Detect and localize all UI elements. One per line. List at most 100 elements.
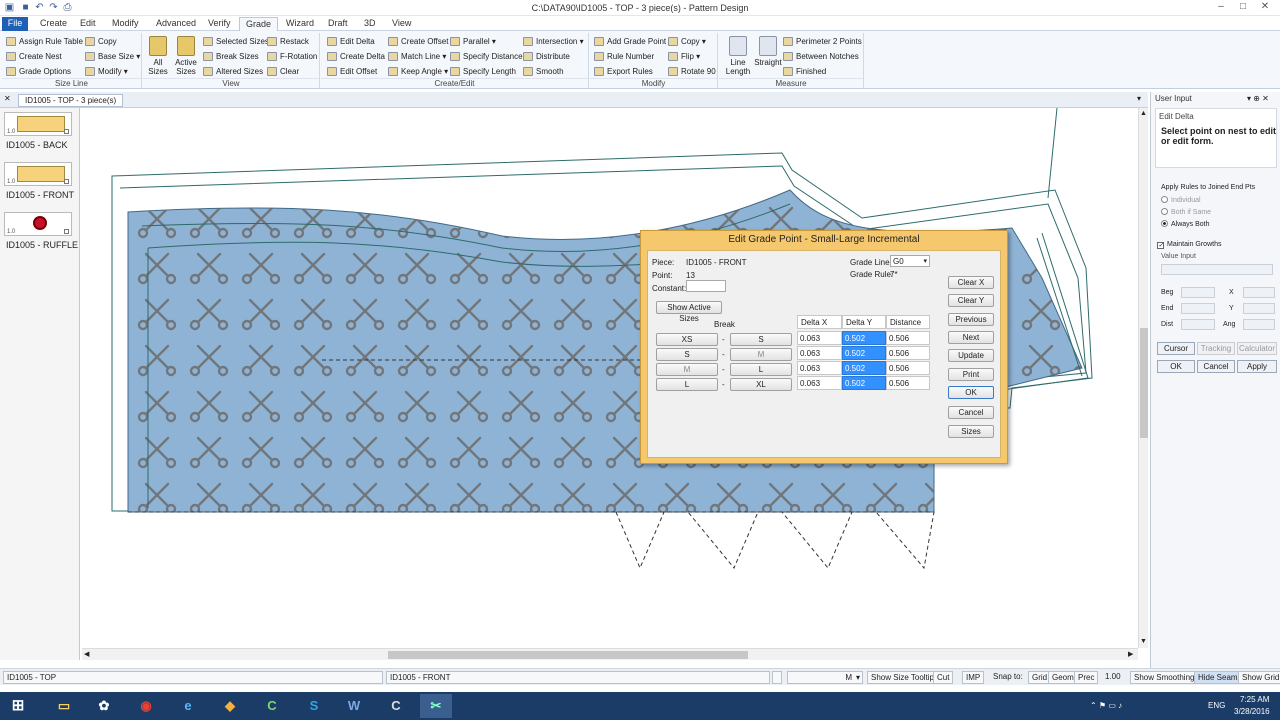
- show-size-tooltip-button[interactable]: Show Size Tooltip: [867, 671, 938, 684]
- scroll-right-icon[interactable]: ▶: [1128, 650, 1133, 658]
- rotate-90-button[interactable]: Rotate 90: [668, 65, 716, 78]
- f-rotation-button[interactable]: F-Rotation: [267, 50, 317, 63]
- size-select[interactable]: M ▾: [787, 671, 863, 684]
- base-size-button[interactable]: Base Size ▾: [85, 50, 140, 63]
- piece-thumb-ruffle[interactable]: 1.0: [4, 212, 72, 236]
- close-doc-icon[interactable]: ✕: [4, 94, 11, 103]
- flip-button[interactable]: Flip ▾: [668, 50, 700, 63]
- cancel-button[interactable]: Cancel: [948, 406, 994, 419]
- panel-pin-icon[interactable]: ▾ ⊕ ✕: [1247, 94, 1269, 103]
- x-field[interactable]: [1243, 287, 1275, 298]
- delta-y-cell[interactable]: 0.502: [842, 376, 886, 390]
- edit-offset-button[interactable]: Edit Offset: [327, 65, 377, 78]
- maintain-growths-checkbox[interactable]: ✓ Maintain Growths: [1157, 241, 1221, 249]
- delta-x-cell[interactable]: 0.063: [797, 361, 842, 375]
- between-notches-button[interactable]: Between Notches: [783, 50, 859, 63]
- constant-input[interactable]: [686, 280, 726, 292]
- scroll-up-icon[interactable]: ▲: [1140, 110, 1147, 117]
- word-icon[interactable]: W: [338, 694, 370, 718]
- finished-button[interactable]: Finished: [783, 65, 826, 78]
- break-sizes-button[interactable]: Break Sizes: [203, 50, 259, 63]
- create-offset-button[interactable]: Create Offset: [388, 35, 448, 48]
- size-from-button[interactable]: L: [656, 378, 718, 391]
- grade-line-select[interactable]: G0 ▾: [890, 255, 930, 267]
- all-sizes-button[interactable]: All Sizes: [145, 36, 171, 76]
- size-to-button[interactable]: S: [730, 333, 792, 346]
- print-button[interactable]: Print: [948, 368, 994, 381]
- menu-modify[interactable]: Modify: [106, 17, 145, 31]
- ok-button[interactable]: OK: [948, 386, 994, 399]
- clear-view-button[interactable]: Clear: [267, 65, 299, 78]
- clock-date[interactable]: 3/28/2016: [1234, 707, 1270, 716]
- delta-x-cell[interactable]: 0.063: [797, 376, 842, 390]
- menu-create[interactable]: Create: [34, 17, 73, 31]
- clear-x-button[interactable]: Clear X: [948, 276, 994, 289]
- horizontal-scrollbar[interactable]: ◀ ▶: [82, 648, 1138, 660]
- chrome-icon[interactable]: ◉: [130, 694, 162, 718]
- clear-y-button[interactable]: Clear Y: [948, 294, 994, 307]
- restack-button[interactable]: Restack: [267, 35, 309, 48]
- distance-cell[interactable]: 0.506: [886, 376, 930, 390]
- delta-y-cell[interactable]: 0.502: [842, 346, 886, 360]
- c-app-icon[interactable]: C: [380, 694, 412, 718]
- end-field[interactable]: [1181, 303, 1215, 314]
- create-nest-button[interactable]: Create Nest: [6, 50, 62, 63]
- delta-x-cell[interactable]: 0.063: [797, 346, 842, 360]
- copy-size-button[interactable]: Copy: [85, 35, 117, 48]
- close-icon[interactable]: ✕: [1258, 1, 1272, 13]
- previous-button[interactable]: Previous: [948, 313, 994, 326]
- piece-thumb-back[interactable]: 1.0: [4, 112, 72, 136]
- piece-label-back[interactable]: ID1005 - BACK: [6, 140, 68, 150]
- snap-prec-button[interactable]: Prec: [1074, 671, 1099, 684]
- menu-view[interactable]: View: [386, 17, 417, 31]
- size-to-button[interactable]: XL: [730, 378, 792, 391]
- menu-wizard[interactable]: Wizard: [280, 17, 320, 31]
- show-grid-button[interactable]: Show Grid: [1238, 671, 1280, 684]
- size-from-button[interactable]: S: [656, 348, 718, 361]
- cut-button[interactable]: Cut: [933, 671, 954, 684]
- scroll-left-icon[interactable]: ◀: [84, 650, 89, 658]
- skype-icon[interactable]: S: [298, 694, 330, 718]
- ok-button[interactable]: OK: [1157, 360, 1195, 373]
- beg-field[interactable]: [1181, 287, 1215, 298]
- imp-button[interactable]: IMP: [962, 671, 985, 684]
- y-field[interactable]: [1243, 303, 1275, 314]
- delta-y-cell[interactable]: 0.502: [842, 361, 886, 375]
- piece-thumb-front[interactable]: 1.0: [4, 162, 72, 186]
- distance-cell[interactable]: 0.506: [886, 346, 930, 360]
- delta-y-cell[interactable]: 0.502: [842, 331, 886, 345]
- altered-sizes-button[interactable]: Altered Sizes: [203, 65, 263, 78]
- radio-always-both[interactable]: Always Both: [1161, 220, 1210, 228]
- export-rules-button[interactable]: Export Rules: [594, 65, 653, 78]
- calculator-button[interactable]: Calculator: [1237, 342, 1277, 355]
- document-tab[interactable]: ID1005 - TOP - 3 piece(s): [18, 94, 124, 107]
- settings-icon[interactable]: ✿: [88, 694, 120, 718]
- vertical-scrollbar[interactable]: ▲ ▼: [1138, 108, 1148, 648]
- windows-start-icon[interactable]: ⊞: [2, 694, 34, 718]
- maximize-icon[interactable]: □: [1236, 1, 1250, 13]
- scroll-down-icon[interactable]: ▼: [1140, 638, 1147, 645]
- create-delta-button[interactable]: Create Delta: [327, 50, 385, 63]
- minimize-icon[interactable]: –: [1214, 1, 1228, 13]
- sizes-button[interactable]: Sizes: [948, 425, 994, 438]
- delta-x-cell[interactable]: 0.063: [797, 331, 842, 345]
- size-to-button[interactable]: L: [730, 363, 792, 376]
- dist-field[interactable]: [1181, 319, 1215, 330]
- scroll-thumb[interactable]: [1140, 328, 1148, 438]
- menu-3d[interactable]: 3D: [358, 17, 382, 31]
- menu-draft[interactable]: Draft: [322, 17, 354, 31]
- tray-icons[interactable]: ⌃ ⚑ ▭ ♪: [1090, 701, 1122, 710]
- radio-individual[interactable]: Individual: [1161, 196, 1201, 204]
- menu-edit[interactable]: Edit: [74, 17, 102, 31]
- menu-verify[interactable]: Verify: [202, 17, 237, 31]
- cursor-button[interactable]: Cursor: [1157, 342, 1195, 355]
- size-to-button[interactable]: M: [730, 348, 792, 361]
- file-explorer-icon[interactable]: ▭: [48, 694, 80, 718]
- perimeter-2-points-button[interactable]: Perimeter 2 Points: [783, 35, 862, 48]
- assign-rule-table-button[interactable]: Assign Rule Table: [6, 35, 83, 48]
- apply-button[interactable]: Apply: [1237, 360, 1277, 373]
- language-indicator[interactable]: ENG: [1208, 701, 1225, 710]
- internet-explorer-icon[interactable]: e: [172, 694, 204, 718]
- specify-length-button[interactable]: Specify Length: [450, 65, 516, 78]
- distance-cell[interactable]: 0.506: [886, 361, 930, 375]
